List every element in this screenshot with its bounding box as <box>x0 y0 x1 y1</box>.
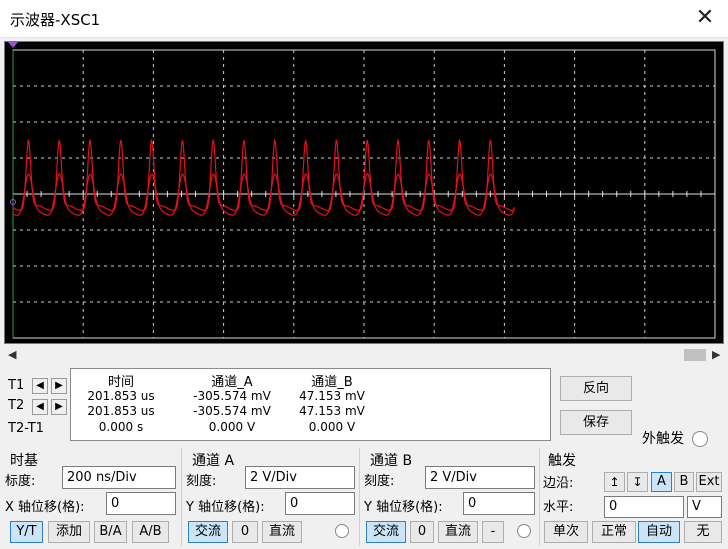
ext-trigger-label: 外触发 <box>642 431 684 447</box>
channel-a-ac-button[interactable]: 交流 <box>188 521 228 543</box>
trigger-source-ext-button[interactable]: Ext <box>696 472 722 492</box>
header-channel-a: 通道_A <box>211 375 253 390</box>
horizontal-scrollbar[interactable]: ◀ ▶ <box>4 347 724 363</box>
timebase-scale-label: 标度: <box>5 474 36 489</box>
row1-time: 201.853 us <box>87 389 155 403</box>
channel-a-ypos-field[interactable]: 0 <box>285 492 355 515</box>
title-bar: 示波器-XSC1 ✕ <box>0 0 728 38</box>
reverse-button[interactable]: 反向 <box>560 376 632 401</box>
row1-channel-b: 47.153 mV <box>299 389 365 403</box>
channel-a-ypos-label: Y 轴位移(格): <box>186 500 265 515</box>
mode-ba-button[interactable]: B/A <box>94 521 127 543</box>
t2-left-arrow-icon[interactable]: ◀ <box>32 399 48 415</box>
ext-trigger-terminal[interactable] <box>692 431 708 447</box>
channel-b-terminal[interactable] <box>517 524 531 538</box>
t1-label: T1 <box>8 378 25 393</box>
rising-edge-icon[interactable]: ↥ <box>604 472 625 492</box>
trigger-source-b-button[interactable]: B <box>674 472 694 492</box>
row2-channel-a: -305.574 mV <box>193 404 271 418</box>
trigger-none-button[interactable]: 无 <box>684 521 722 543</box>
trigger-single-button[interactable]: 单次 <box>544 521 588 543</box>
header-channel-b: 通道_B <box>311 375 353 390</box>
scroll-thumb[interactable] <box>684 349 706 361</box>
row3-channel-a: 0.000 V <box>208 420 256 434</box>
separator <box>359 448 360 546</box>
mode-yt-button[interactable]: Y/T <box>10 521 43 543</box>
row2-time: 201.853 us <box>87 404 155 418</box>
measurement-readout: 时间 通道_A 通道_B 201.853 us -305.574 mV 47.1… <box>70 368 551 441</box>
channel-a-scale-label: 刻度: <box>186 474 217 489</box>
channel-b-scale-field[interactable]: 2 V/Div <box>425 466 535 489</box>
channel-b-title: 通道 B <box>370 453 413 469</box>
window-title: 示波器-XSC1 <box>10 11 101 29</box>
channel-b-dc-button[interactable]: 直流 <box>438 521 478 543</box>
x-position-label: X 轴位移(格): <box>5 500 85 515</box>
channel-a-zero-button[interactable]: 0 <box>232 521 258 543</box>
channel-a-dc-button[interactable]: 直流 <box>262 521 302 543</box>
channel-a-terminal[interactable] <box>335 524 349 538</box>
t1-right-arrow-icon[interactable]: ▶ <box>51 378 67 394</box>
save-button[interactable]: 保存 <box>560 410 632 435</box>
separator <box>181 448 182 546</box>
trigger-level-field[interactable]: 0 <box>604 496 684 518</box>
channel-b-ypos-label: Y 轴位移(格): <box>364 500 443 515</box>
channel-a-scale-field[interactable]: 2 V/Div <box>245 466 355 489</box>
scroll-right-icon[interactable]: ▶ <box>712 348 720 361</box>
trigger-edge-label: 边沿: <box>543 476 574 491</box>
scope-display <box>5 42 723 343</box>
x-position-field[interactable]: 0 <box>106 492 176 515</box>
oscilloscope-screen <box>4 41 724 344</box>
mode-add-button[interactable]: 添加 <box>48 521 90 543</box>
falling-edge-icon[interactable]: ↧ <box>627 472 648 492</box>
trigger-level-unit[interactable]: V <box>687 496 722 518</box>
timebase-scale-field[interactable]: 200 ns/Div <box>62 466 176 489</box>
trigger-level-label: 水平: <box>543 500 574 515</box>
channel-b-minus-button[interactable]: - <box>482 521 504 543</box>
scroll-left-icon[interactable]: ◀ <box>8 348 16 361</box>
trigger-auto-button[interactable]: 自动 <box>638 521 680 543</box>
channel-b-scale-label: 刻度: <box>364 474 395 489</box>
channel-b-ac-button[interactable]: 交流 <box>366 521 406 543</box>
trigger-normal-button[interactable]: 正常 <box>592 521 636 543</box>
t1-left-arrow-icon[interactable]: ◀ <box>32 378 48 394</box>
channel-b-zero-button[interactable]: 0 <box>410 521 434 543</box>
t2-right-arrow-icon[interactable]: ▶ <box>51 399 67 415</box>
trigger-title: 触发 <box>548 453 576 469</box>
t2-label: T2 <box>8 398 25 413</box>
row3-channel-b: 0.000 V <box>308 420 356 434</box>
separator <box>539 448 540 546</box>
mode-ab-button[interactable]: A/B <box>132 521 169 543</box>
channel-a-title: 通道 A <box>192 453 235 469</box>
t2-t1-label: T2-T1 <box>8 421 44 436</box>
channel-b-ypos-field[interactable]: 0 <box>463 492 535 515</box>
trigger-source-a-button[interactable]: A <box>651 472 672 492</box>
timebase-title: 时基 <box>10 453 38 469</box>
row3-time: 0.000 s <box>98 420 144 434</box>
row2-channel-b: 47.153 mV <box>299 404 365 418</box>
row1-channel-a: -305.574 mV <box>193 389 271 403</box>
header-time: 时间 <box>107 375 134 390</box>
close-icon[interactable]: ✕ <box>690 4 720 34</box>
